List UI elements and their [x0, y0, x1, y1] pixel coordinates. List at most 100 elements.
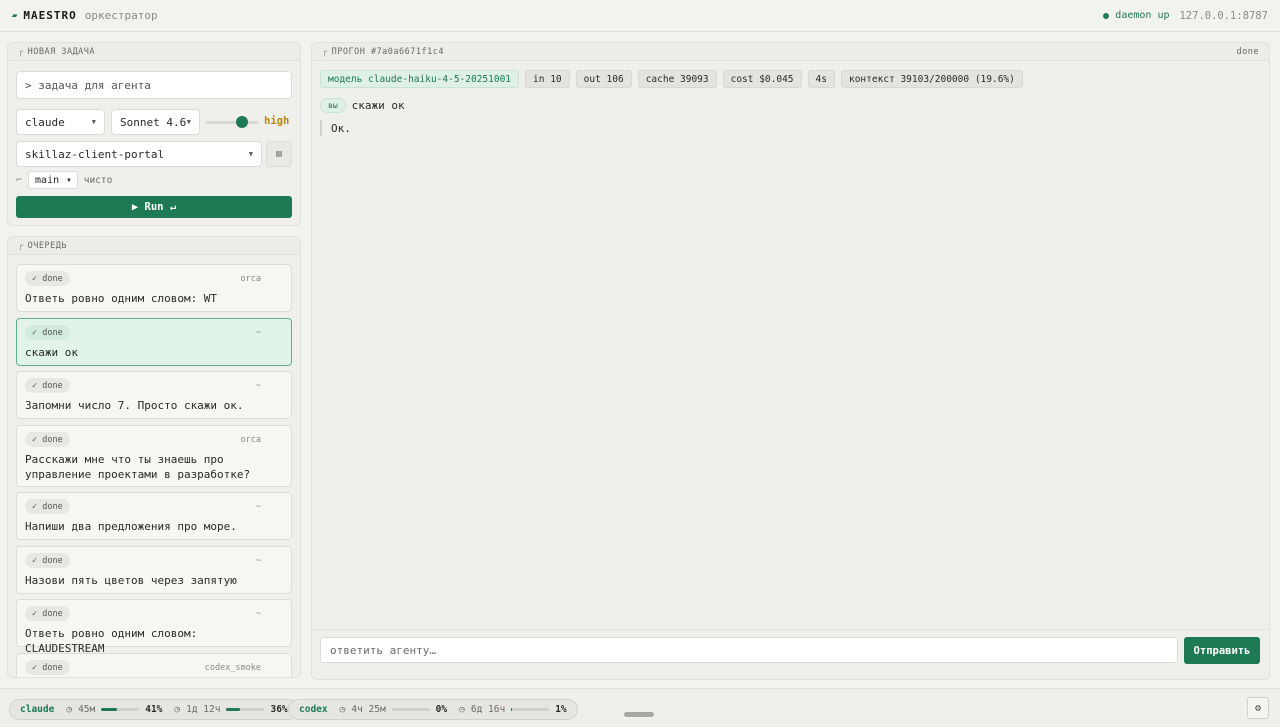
queue-title: ОЧЕРЕДЬ	[27, 240, 67, 251]
run-header: ┌ ПРОГОН #7a0a6671f1c4 done	[312, 43, 1269, 61]
chevron-down-icon: ▼	[91, 118, 96, 126]
queue-item-text: Напиши два предложения про море.	[25, 520, 237, 533]
usage-percent: 36%	[270, 704, 288, 715]
daemon-status-label: daemon up	[1115, 10, 1170, 21]
queue-item[interactable]: ✓ done ~ Назови пять цветов через запяту…	[16, 546, 292, 594]
model-chip: модель claude-haiku-4-5-20251001	[320, 70, 520, 88]
queue-item[interactable]: ✓ done codex_smoke	[16, 653, 292, 677]
model-select[interactable]: Sonnet 4.6 ▼	[111, 109, 200, 135]
queue-item-source: ~	[255, 328, 261, 338]
run-status: done	[1236, 46, 1259, 57]
settings-button[interactable]: ⚙	[1247, 697, 1269, 719]
branch-select[interactable]: main ▼	[28, 171, 78, 189]
status-dot-icon	[1103, 12, 1110, 19]
run-panel: ┌ ПРОГОН #7a0a6671f1c4 done модель claud…	[311, 42, 1270, 680]
queue-item-source: ~	[255, 381, 261, 391]
clock-icon: ◷	[459, 704, 465, 715]
project-select[interactable]: skillaz-client-portal ▼	[16, 141, 262, 167]
corner-icon: ┌	[322, 46, 328, 57]
queue-item-source: ~	[255, 556, 261, 566]
usage-bar	[391, 708, 430, 711]
run-stats: модель claude-haiku-4-5-20251001 in 10 o…	[320, 70, 1023, 88]
usage-window-time: 1д 12ч	[186, 704, 221, 715]
queue-header: ┌ ОЧЕРЕДЬ	[8, 237, 300, 255]
usage-provider-name: codex	[299, 704, 328, 715]
chevron-down-icon: ▼	[186, 118, 191, 126]
usage-codex: codex ◷ 4ч 25м 0% ◷ 6д 16ч 1%	[288, 699, 578, 720]
provider-select[interactable]: claude ▼	[16, 109, 105, 135]
queue-item-text: Расскажи мне что ты знаешь про управлени…	[25, 453, 251, 481]
agent-reply: Ок.	[320, 120, 351, 136]
usage-bar	[511, 708, 550, 711]
resize-handle[interactable]	[624, 712, 654, 717]
brand-name: MAESTRO	[23, 9, 77, 22]
reply-bar: ответить агенту… Отправить	[312, 629, 1269, 679]
branch-value: main	[35, 174, 60, 186]
reply-placeholder: ответить агенту…	[330, 643, 436, 657]
context-chip: контекст 39103/200000 (19.6%)	[840, 70, 1023, 88]
status-badge: ✓ done	[25, 432, 70, 447]
queue-item[interactable]: ✓ done ~ скажи ок	[16, 318, 292, 366]
usage-window-time: 45м	[78, 704, 96, 715]
new-task-title: НОВАЯ ЗАДАЧА	[27, 46, 96, 57]
usage-percent: 41%	[145, 704, 163, 715]
duration-chip: 4s	[807, 70, 835, 88]
usage-bar-fill	[226, 708, 241, 711]
queue-item[interactable]: ✓ done ~ Ответь ровно одним словом: CLAU…	[16, 599, 292, 655]
tokens-in-chip: in 10	[525, 70, 570, 88]
cost-chip: cost $0.045	[722, 70, 802, 88]
queue-item-text: Назови пять цветов через запятую	[25, 574, 237, 587]
reply-input[interactable]: ответить агенту…	[320, 637, 1178, 663]
queue-item[interactable]: ✓ done orca Ответь ровно одним словом: W…	[16, 264, 292, 312]
git-branch-icon: ⌐	[16, 174, 23, 186]
usage-bar	[226, 708, 265, 711]
status-badge: ✓ done	[25, 660, 70, 675]
branch-row: ⌐ main ▼ чисто	[16, 171, 112, 189]
queue-panel: ┌ ОЧЕРЕДЬ ✓ done orca Ответь ровно одним…	[7, 236, 301, 678]
usage-window-time: 4ч 25м	[351, 704, 386, 715]
top-bar: ▰ MAESTRO оркестратор daemon up 127.0.0.…	[0, 0, 1280, 32]
user-message-text: скажи ок	[351, 99, 405, 112]
new-task-panel: ┌ НОВАЯ ЗАДАЧА > задача для агента claud…	[7, 42, 301, 226]
usage-percent: 1%	[555, 704, 567, 715]
project-value: skillaz-client-portal	[25, 147, 165, 161]
chat-icon: ▤	[276, 149, 282, 159]
usage-bar-fill	[101, 708, 117, 711]
send-button[interactable]: Отправить	[1184, 637, 1260, 664]
queue-item-source: orca	[240, 274, 261, 284]
effort-slider-track[interactable]	[206, 121, 258, 124]
queue-item-text: Ответь ровно одним словом: WT	[25, 292, 218, 305]
queue-item[interactable]: ✓ done orca Расскажи мне что ты знаешь п…	[16, 425, 292, 487]
run-title: ПРОГОН #7a0a6671f1c4	[331, 46, 444, 57]
queue-item-source: ~	[255, 502, 261, 512]
status-badge: ✓ done	[25, 271, 70, 286]
footer: claude ◷ 45м 41% ◷ 1д 12ч 36% codex ◷ 4ч…	[0, 688, 1280, 727]
clock-icon: ◷	[174, 704, 181, 715]
task-prompt-input[interactable]: > задача для агента	[16, 71, 292, 99]
cache-chip: cache 39093	[637, 70, 717, 88]
status-badge: ✓ done	[25, 378, 70, 393]
provider-value: claude	[25, 115, 65, 129]
corner-icon: ┌	[18, 46, 24, 57]
user-message: вы скажи ок	[320, 98, 405, 113]
effort-label: high	[264, 115, 290, 127]
effort-slider-handle[interactable]	[236, 116, 248, 128]
status-badge: ✓ done	[25, 606, 70, 621]
daemon-address: 127.0.0.1:8787	[1179, 9, 1268, 22]
model-value: Sonnet 4.6	[120, 115, 187, 129]
tokens-out-chip: out 106	[575, 70, 632, 88]
run-button[interactable]: ▶ Run ↵	[16, 196, 292, 218]
chat-button[interactable]: ▤	[266, 141, 292, 167]
clock-icon: ◷	[66, 704, 73, 715]
chevron-down-icon: ▼	[67, 176, 71, 184]
usage-window-time: 6д 16ч	[470, 704, 506, 715]
queue-item[interactable]: ✓ done ~ Запомни число 7. Просто скажи о…	[16, 371, 292, 419]
corner-icon: ┌	[18, 240, 24, 251]
new-task-header: ┌ НОВАЯ ЗАДАЧА	[8, 43, 300, 61]
queue-item-source: ~	[255, 609, 261, 619]
queue-item[interactable]: ✓ done ~ Напиши два предложения про море…	[16, 492, 292, 540]
queue-item-text: Запомни число 7. Просто скажи ок.	[25, 399, 244, 412]
queue-item-text: скажи ок	[25, 346, 78, 359]
brand-subtitle: оркестратор	[84, 9, 158, 22]
gear-icon: ⚙	[1254, 702, 1262, 714]
